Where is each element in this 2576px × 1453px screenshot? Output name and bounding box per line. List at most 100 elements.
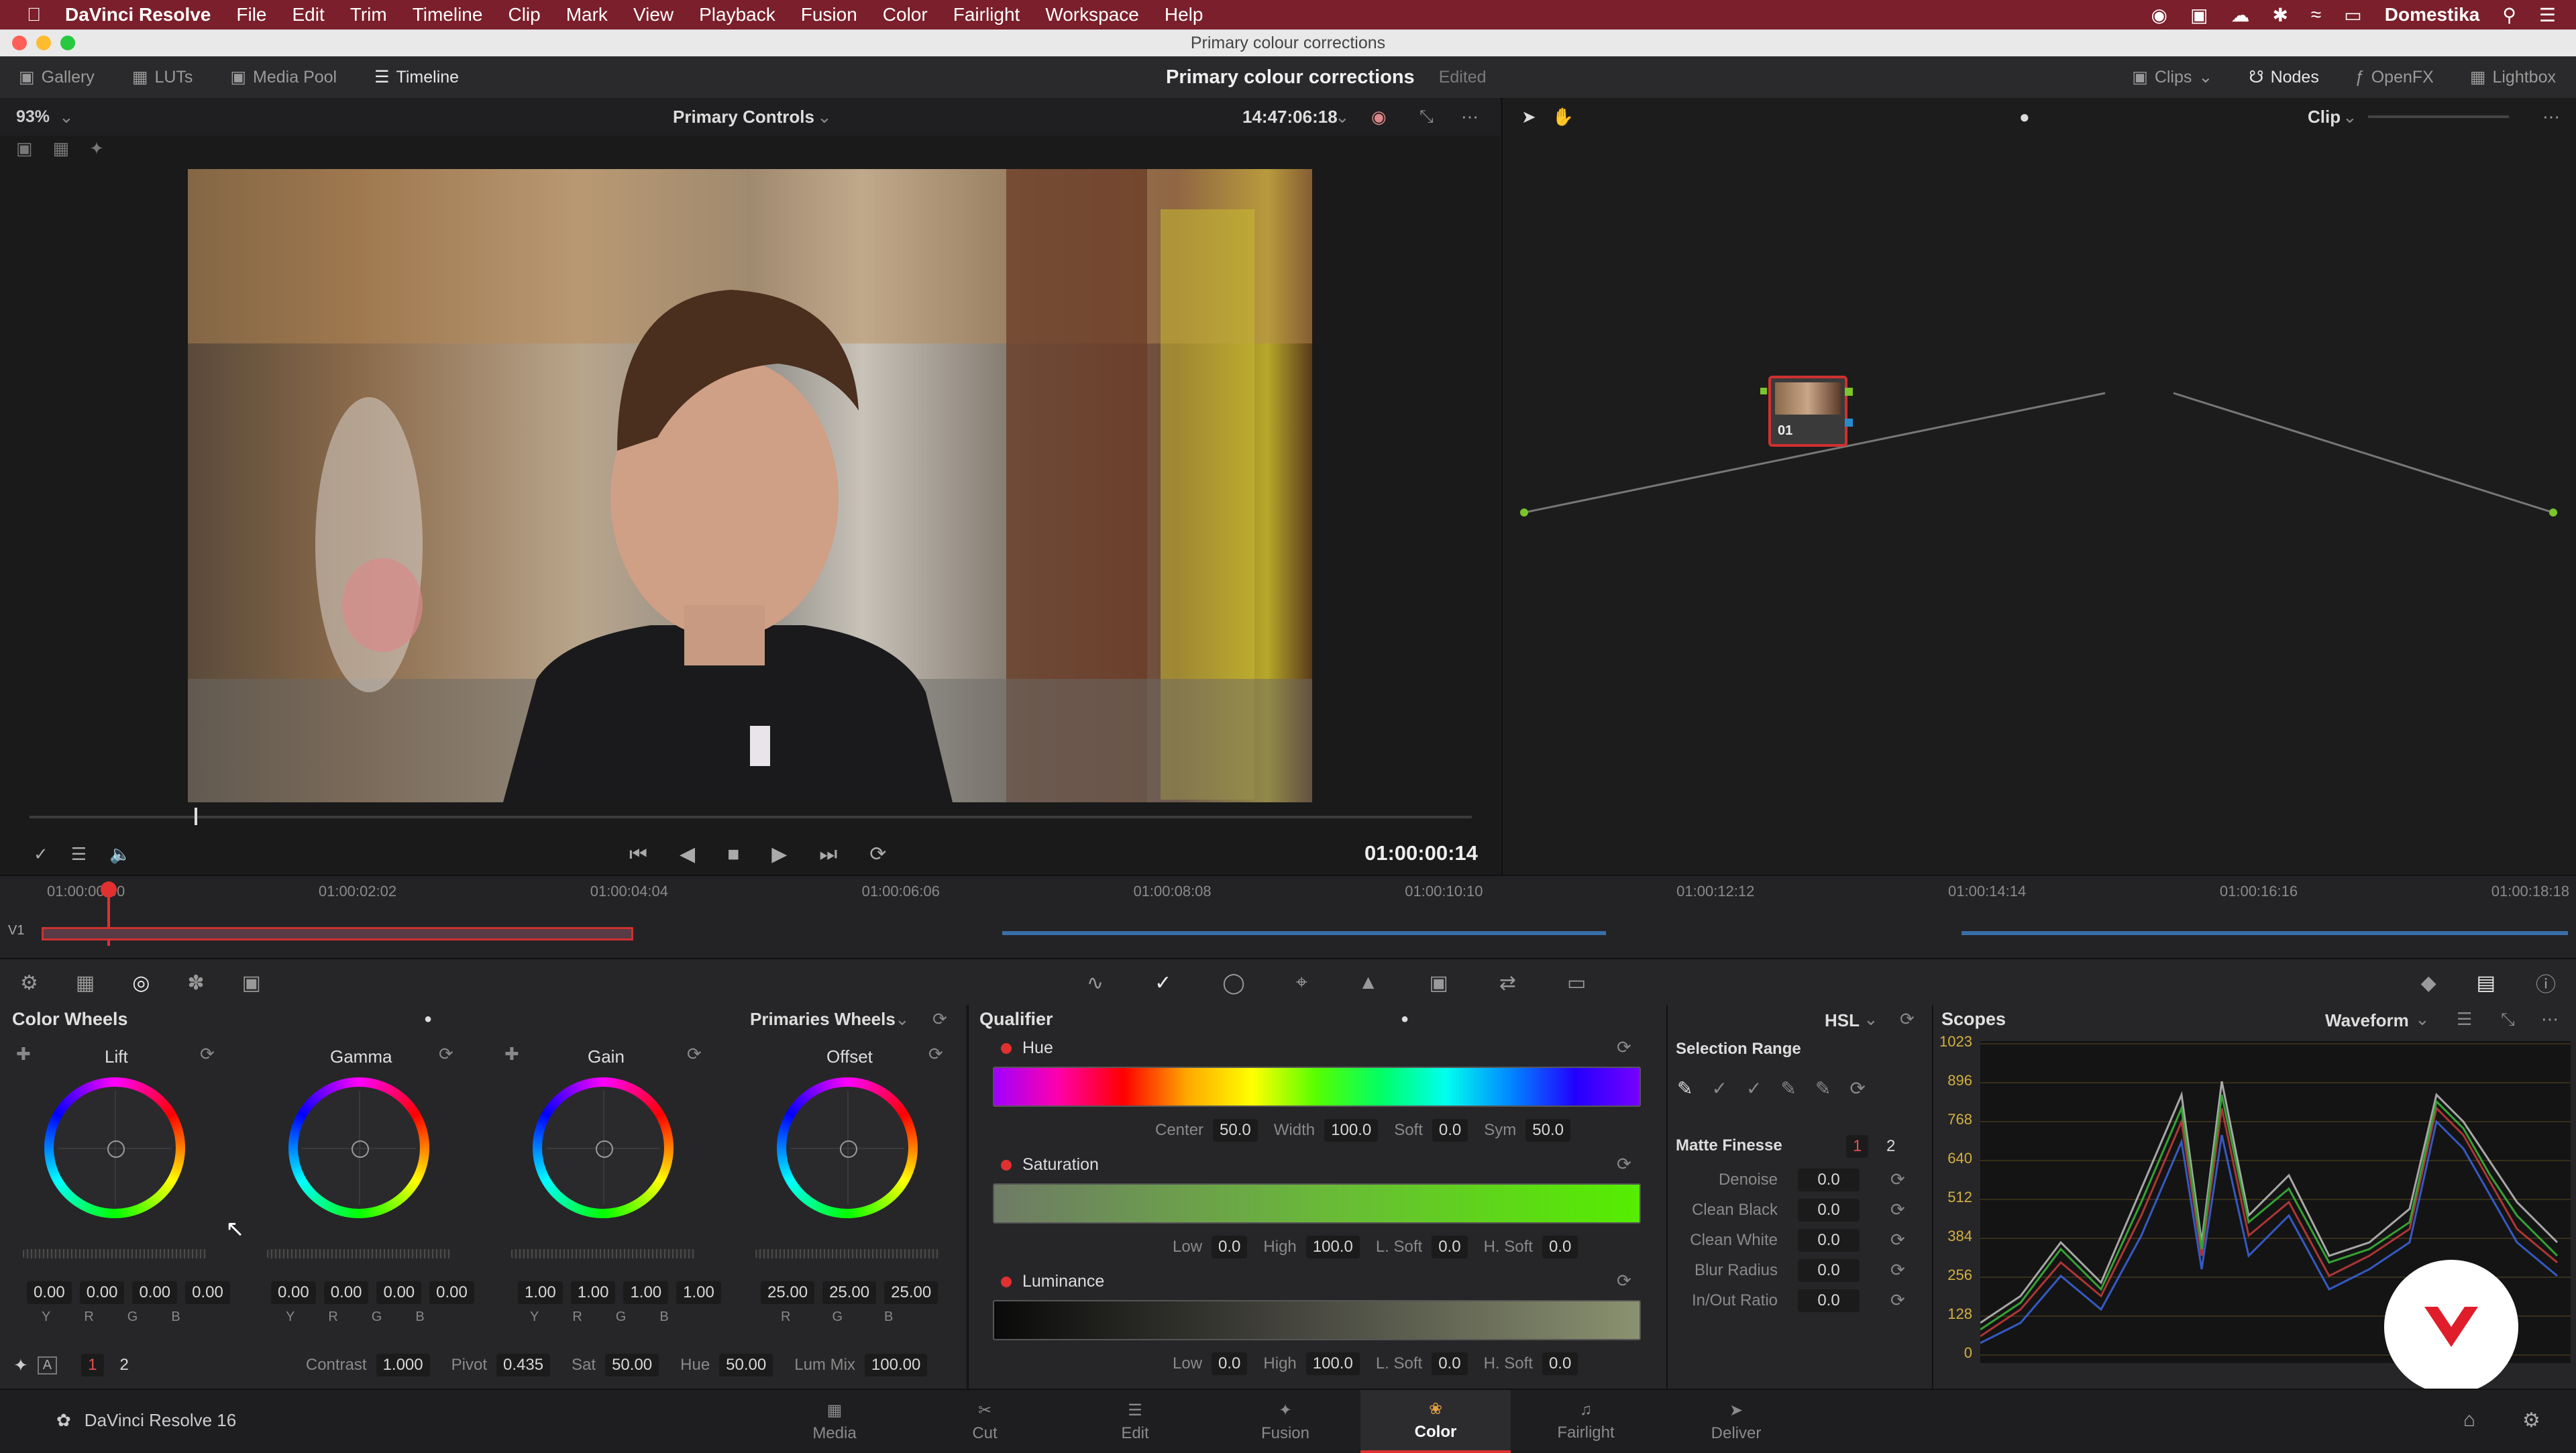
menu-view[interactable]: View — [633, 4, 674, 25]
clean-white-reset-icon[interactable]: ⟳ — [1890, 1230, 1905, 1250]
menu-file[interactable]: File — [236, 4, 266, 25]
split-view-icon[interactable]: ▦ — [53, 138, 70, 159]
invert-icon[interactable]: ⟳ — [1849, 1077, 1865, 1099]
lum-low-field[interactable]: 0.0 — [1212, 1352, 1248, 1375]
timecode-chevron-icon[interactable]: ⌄ — [1335, 107, 1350, 127]
page-fusion[interactable]: ✦ Fusion — [1210, 1391, 1360, 1452]
tracker-icon[interactable]: ⌖ — [1296, 971, 1307, 994]
picker-icon[interactable]: ✎ — [1677, 1077, 1693, 1099]
node-mode-chevron-icon[interactable]: ⌄ — [2343, 107, 2357, 127]
search-icon[interactable]: ⚲ — [2502, 4, 2516, 26]
lum-high-field[interactable]: 100.0 — [1305, 1352, 1360, 1375]
scope-options-icon[interactable]: ⋯ — [2541, 1009, 2559, 1030]
contrast-field[interactable]: 1.000 — [376, 1354, 430, 1377]
page-color[interactable]: ❀ Color — [1360, 1390, 1511, 1453]
menu-workspace[interactable]: Workspace — [1045, 4, 1139, 25]
lift-picker-icon[interactable]: ✚ — [16, 1044, 31, 1065]
clean-white-field[interactable]: 0.0 — [1798, 1228, 1860, 1252]
home-icon[interactable]: ⌂ — [2463, 1409, 2475, 1432]
qualifier-icon[interactable]: ✓ — [1155, 971, 1171, 995]
lift-b[interactable]: 0.00 — [185, 1281, 230, 1304]
speaker-icon[interactable]: 🔈 — [109, 844, 131, 865]
offset-reset-icon[interactable]: ⟳ — [928, 1044, 943, 1065]
cloud-icon[interactable]: ☁ — [2231, 4, 2249, 26]
display-icon[interactable]: ▭ — [2344, 4, 2361, 26]
timeline-button[interactable]: ☰ Timeline — [374, 67, 459, 87]
gain-picker-icon[interactable]: ✚ — [504, 1044, 519, 1065]
menu-trim[interactable]: Trim — [350, 4, 387, 25]
lift-reset-icon[interactable]: ⟳ — [200, 1044, 215, 1065]
clips-button[interactable]: ▣ Clips ⌄ — [2132, 67, 2212, 87]
saturation-enable-toggle[interactable] — [1001, 1159, 1012, 1171]
gain-y[interactable]: 1.00 — [518, 1281, 563, 1304]
offset-master-slider[interactable] — [755, 1249, 939, 1258]
info-icon[interactable]: ⓘ — [2536, 968, 2556, 998]
gamma-master-slider[interactable] — [267, 1249, 451, 1258]
auto-balance-icon[interactable]: ✦ — [13, 1355, 28, 1376]
page-cut[interactable]: ✂ Cut — [910, 1391, 1060, 1452]
user-name[interactable]: Domestika — [2385, 4, 2480, 25]
sat-lsoft-field[interactable]: 0.0 — [1432, 1236, 1468, 1258]
page-deliver[interactable]: ➤ Deliver — [1661, 1391, 1811, 1452]
magic-wand-icon[interactable]: ✦ — [89, 138, 104, 159]
hue-range-bar[interactable] — [993, 1067, 1641, 1107]
openfx-button[interactable]: ƒ OpenFX — [2355, 68, 2434, 87]
clean-black-reset-icon[interactable]: ⟳ — [1890, 1199, 1905, 1220]
list-icon[interactable]: ☰ — [2539, 4, 2556, 26]
wifi-icon[interactable]: ≈ — [2311, 4, 2321, 25]
saturation-range-bar[interactable] — [993, 1183, 1641, 1224]
node-zoom-slider[interactable] — [2368, 115, 2509, 118]
eyedropper-icon[interactable]: ✓ — [34, 844, 48, 865]
viewer-mode[interactable]: Primary Controls — [673, 107, 814, 127]
play-icon[interactable]: ▶ — [771, 843, 787, 866]
luts-button[interactable]: ▦ LUTs — [132, 67, 193, 87]
qualifier-mode[interactable]: HSL — [1825, 1010, 1860, 1031]
menu-fusion[interactable]: Fusion — [801, 4, 857, 25]
lift-g[interactable]: 0.00 — [132, 1281, 178, 1304]
center-field[interactable]: 50.0 — [1213, 1119, 1258, 1142]
denoise-reset-icon[interactable]: ⟳ — [1890, 1169, 1905, 1190]
page-edit[interactable]: ☰ Edit — [1060, 1391, 1210, 1452]
scopes-icon[interactable]: ▤ — [2477, 971, 2496, 995]
reset-wheels-icon[interactable]: ⟳ — [932, 1009, 947, 1030]
wheels-mode-chevron-icon[interactable]: ⌄ — [895, 1009, 910, 1030]
gamma-wheel[interactable] — [288, 1077, 429, 1218]
node-input-port[interactable] — [1760, 388, 1767, 394]
node-output-port[interactable] — [1845, 388, 1853, 396]
gamma-r[interactable]: 0.00 — [323, 1281, 369, 1304]
blur-icon[interactable]: ▣ — [1429, 971, 1448, 995]
lum-mix-field[interactable]: 100.00 — [864, 1354, 928, 1377]
in-out-ratio-reset-icon[interactable]: ⟳ — [1890, 1290, 1905, 1311]
lift-r[interactable]: 0.00 — [79, 1281, 125, 1304]
close-window-button[interactable] — [12, 36, 27, 50]
clean-black-field[interactable]: 0.0 — [1798, 1198, 1860, 1222]
gain-reset-icon[interactable]: ⟳ — [687, 1044, 702, 1065]
discord-icon[interactable]: ▣ — [2190, 4, 2208, 26]
key-icon[interactable]: ⇄ — [1499, 971, 1516, 995]
nodes-button[interactable]: ☋ Nodes — [2249, 67, 2318, 87]
qualifier-mode-chevron-icon[interactable]: ⌄ — [1864, 1009, 1878, 1030]
menu-timeline[interactable]: Timeline — [413, 4, 483, 25]
qualifier-reset-icon[interactable]: ⟳ — [1900, 1009, 1915, 1030]
luminance-reset-icon[interactable]: ⟳ — [1617, 1271, 1631, 1291]
menu-help[interactable]: Help — [1165, 4, 1203, 25]
feather-minus-icon[interactable]: ✎ — [1780, 1077, 1796, 1099]
in-out-ratio-field[interactable]: 0.0 — [1798, 1289, 1860, 1312]
more-options-icon[interactable]: ⋯ — [1461, 107, 1479, 127]
gain-master-slider[interactable] — [511, 1249, 695, 1258]
denoise-field[interactable]: 0.0 — [1798, 1168, 1860, 1191]
node-key-port[interactable] — [1845, 419, 1853, 427]
stop-icon[interactable]: ■ — [727, 843, 739, 866]
menu-color[interactable]: Color — [883, 4, 928, 25]
menu-clip[interactable]: Clip — [508, 4, 540, 25]
menu-edit[interactable]: Edit — [292, 4, 325, 25]
sat-high-field[interactable]: 100.0 — [1305, 1236, 1360, 1258]
wheels-page-1[interactable]: 1 — [81, 1354, 104, 1377]
scope-expand-icon[interactable]: ⤡ — [2501, 1009, 2515, 1030]
luminance-enable-toggle[interactable] — [1001, 1276, 1012, 1287]
pivot-field[interactable]: 0.435 — [496, 1354, 551, 1377]
menu-mark[interactable]: Mark — [566, 4, 608, 25]
settings-gear-icon[interactable]: ⚙ — [2522, 1409, 2540, 1432]
viewer-mode-chevron-icon[interactable]: ⌄ — [817, 107, 832, 127]
blur-radius-reset-icon[interactable]: ⟳ — [1890, 1260, 1905, 1281]
